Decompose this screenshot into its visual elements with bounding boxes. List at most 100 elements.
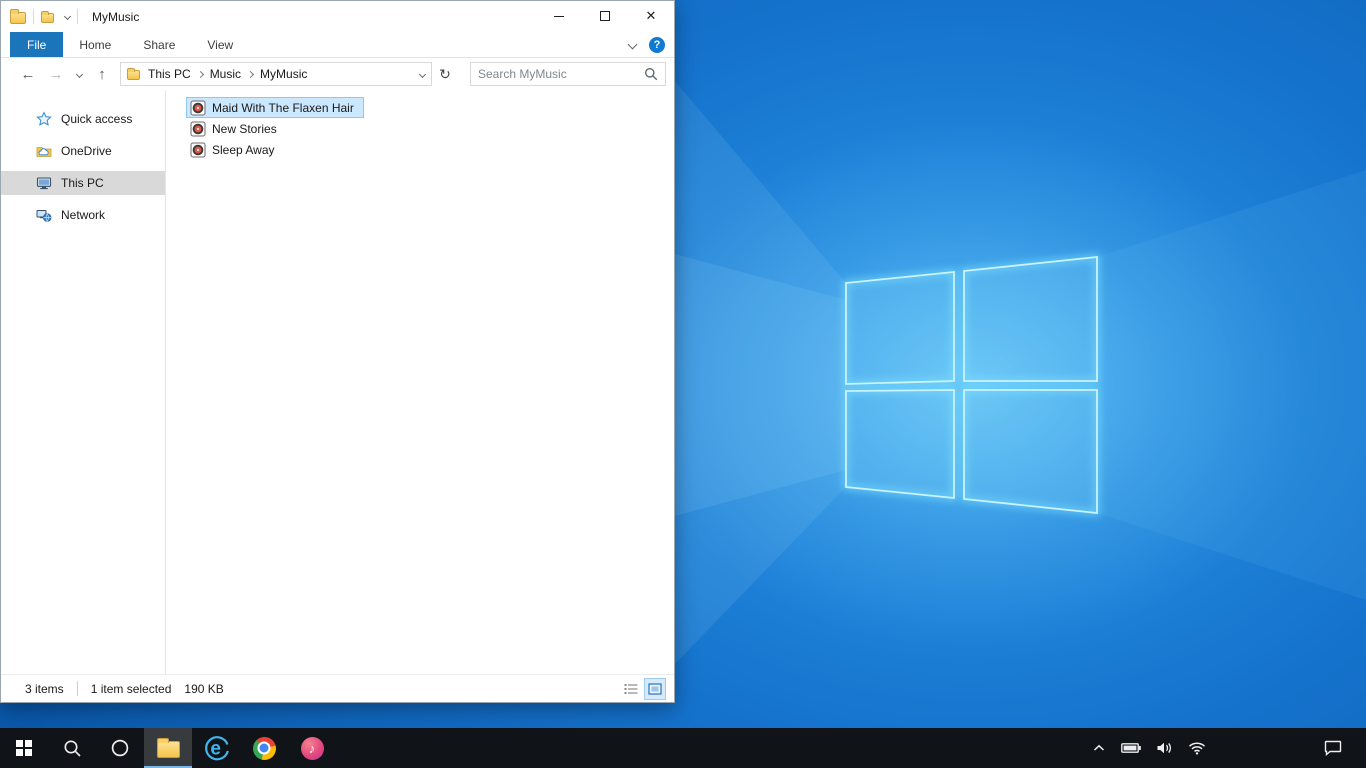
separator bbox=[33, 9, 34, 24]
quick-access-toolbar-folder-icon[interactable] bbox=[41, 10, 54, 23]
chevron-down-icon bbox=[75, 70, 83, 78]
ribbon-tab-bar: File Home Share View ? bbox=[1, 32, 674, 58]
search-box bbox=[470, 62, 666, 86]
location-folder-icon bbox=[127, 68, 140, 80]
chrome-icon bbox=[252, 736, 276, 760]
tab-home[interactable]: Home bbox=[63, 32, 127, 57]
system-tray bbox=[1090, 728, 1208, 768]
sidebar-item-quick-access[interactable]: Quick access bbox=[1, 107, 165, 131]
window-title: MyMusic bbox=[92, 9, 140, 24]
window-body: Quick access OneDrive This PC Network Ma… bbox=[1, 90, 674, 674]
window-folder-icon bbox=[10, 8, 26, 24]
large-icons-view-button[interactable] bbox=[644, 677, 666, 700]
show-hidden-icons-button[interactable] bbox=[1090, 728, 1108, 768]
cortana-button[interactable] bbox=[96, 728, 144, 768]
start-button[interactable] bbox=[0, 728, 48, 768]
refresh-button[interactable]: ↻ bbox=[432, 61, 458, 87]
onedrive-icon bbox=[36, 143, 52, 159]
minimize-icon bbox=[554, 15, 564, 17]
chevron-down-icon bbox=[627, 39, 638, 50]
desktop: MyMusic ✕ File Home Share View ? ← → ↑ T… bbox=[0, 0, 1366, 768]
tab-view[interactable]: View bbox=[191, 32, 249, 57]
selection-size: 190 KB bbox=[184, 681, 224, 696]
sidebar-item-label: OneDrive bbox=[61, 144, 112, 158]
expand-ribbon-button[interactable] bbox=[627, 39, 638, 50]
breadcrumb-this-pc[interactable]: This PC bbox=[144, 67, 195, 81]
volume-tray-button[interactable] bbox=[1154, 728, 1175, 768]
breadcrumb-mymusic[interactable]: MyMusic bbox=[256, 67, 311, 81]
large-icons-view-icon bbox=[648, 682, 662, 695]
battery-tray-button[interactable] bbox=[1119, 728, 1143, 768]
tab-share[interactable]: Share bbox=[127, 32, 191, 57]
battery-icon bbox=[1121, 743, 1141, 753]
taskbar-search-button[interactable] bbox=[48, 728, 96, 768]
network-tray-button[interactable] bbox=[1186, 728, 1208, 768]
back-button[interactable]: ← bbox=[14, 60, 42, 88]
file-name: Sleep Away bbox=[212, 142, 275, 157]
sidebar-item-network[interactable]: Network bbox=[1, 203, 165, 227]
file-item-maid-with-the-flaxen-hair[interactable]: Maid With The Flaxen Hair bbox=[186, 97, 364, 118]
internet-explorer-icon: e bbox=[205, 735, 229, 760]
search-icon bbox=[64, 740, 81, 757]
windows-logo-icon bbox=[16, 740, 32, 756]
chevron-down-icon bbox=[418, 70, 427, 78]
taskbar-file-explorer-button[interactable] bbox=[144, 728, 192, 768]
details-view-button[interactable] bbox=[620, 678, 642, 700]
help-button[interactable]: ? bbox=[649, 36, 665, 53]
speaker-icon bbox=[1157, 742, 1171, 754]
address-bar: ← → ↑ This PC Music MyMusic ↻ bbox=[1, 58, 674, 90]
chevron-right-icon[interactable] bbox=[246, 70, 255, 78]
music-file-icon bbox=[190, 142, 206, 157]
status-bar: 3 items 1 item selected 190 KB bbox=[1, 674, 674, 702]
taskbar-internet-explorer-button[interactable]: e bbox=[192, 728, 240, 768]
chevron-down-icon bbox=[63, 12, 72, 21]
navigation-pane: Quick access OneDrive This PC Network bbox=[1, 90, 166, 674]
music-file-icon bbox=[190, 121, 206, 136]
sidebar-item-label: Quick access bbox=[61, 112, 133, 126]
selection-count: 1 item selected bbox=[90, 681, 172, 696]
address-dropdown-button[interactable] bbox=[418, 70, 427, 78]
file-name: Maid With The Flaxen Hair bbox=[212, 100, 354, 115]
sidebar-item-label: This PC bbox=[61, 176, 104, 190]
search-icon[interactable] bbox=[644, 67, 658, 81]
wifi-icon bbox=[1188, 742, 1206, 755]
maximize-icon bbox=[600, 11, 610, 21]
up-button[interactable]: ↑ bbox=[88, 60, 116, 88]
sidebar-item-label: Network bbox=[61, 208, 106, 222]
chevron-up-icon bbox=[1093, 744, 1105, 751]
action-center-icon bbox=[1324, 740, 1342, 756]
file-item-sleep-away[interactable]: Sleep Away bbox=[186, 139, 285, 160]
quick-access-toolbar-chevron[interactable] bbox=[63, 12, 72, 21]
title-bar: MyMusic ✕ bbox=[1, 1, 674, 32]
address-box[interactable]: This PC Music MyMusic bbox=[120, 62, 432, 86]
file-item-new-stories[interactable]: New Stories bbox=[186, 118, 287, 139]
taskbar-itunes-button[interactable]: ♪ bbox=[288, 728, 336, 768]
action-center-button[interactable] bbox=[1310, 728, 1356, 768]
music-note-glyph: ♪ bbox=[308, 740, 316, 756]
file-explorer-window: MyMusic ✕ File Home Share View ? ← → ↑ T… bbox=[0, 0, 675, 703]
this-pc-icon bbox=[36, 175, 52, 191]
sidebar-item-onedrive[interactable]: OneDrive bbox=[1, 139, 165, 163]
breadcrumb-music[interactable]: Music bbox=[206, 67, 245, 81]
chevron-right-icon[interactable] bbox=[196, 70, 204, 78]
maximize-button[interactable] bbox=[582, 1, 628, 31]
recent-locations-button[interactable] bbox=[70, 60, 88, 88]
separator bbox=[77, 9, 78, 24]
close-button[interactable]: ✕ bbox=[628, 1, 674, 31]
taskbar-chrome-button[interactable] bbox=[240, 728, 288, 768]
separator bbox=[76, 681, 78, 696]
details-view-icon bbox=[624, 683, 638, 694]
search-input[interactable] bbox=[478, 67, 644, 81]
taskbar: e ♪ bbox=[0, 728, 1366, 768]
file-name: New Stories bbox=[212, 121, 277, 136]
minimize-button[interactable] bbox=[536, 1, 582, 31]
itunes-icon: ♪ bbox=[300, 736, 324, 760]
quick-access-star-icon bbox=[36, 111, 52, 127]
tab-file[interactable]: File bbox=[10, 32, 64, 57]
cortana-icon bbox=[111, 739, 129, 757]
sidebar-item-this-pc[interactable]: This PC bbox=[1, 171, 165, 195]
music-file-icon bbox=[190, 100, 206, 115]
item-count: 3 items bbox=[25, 681, 64, 696]
forward-button[interactable]: → bbox=[42, 60, 70, 88]
svg-text:e: e bbox=[210, 738, 221, 759]
